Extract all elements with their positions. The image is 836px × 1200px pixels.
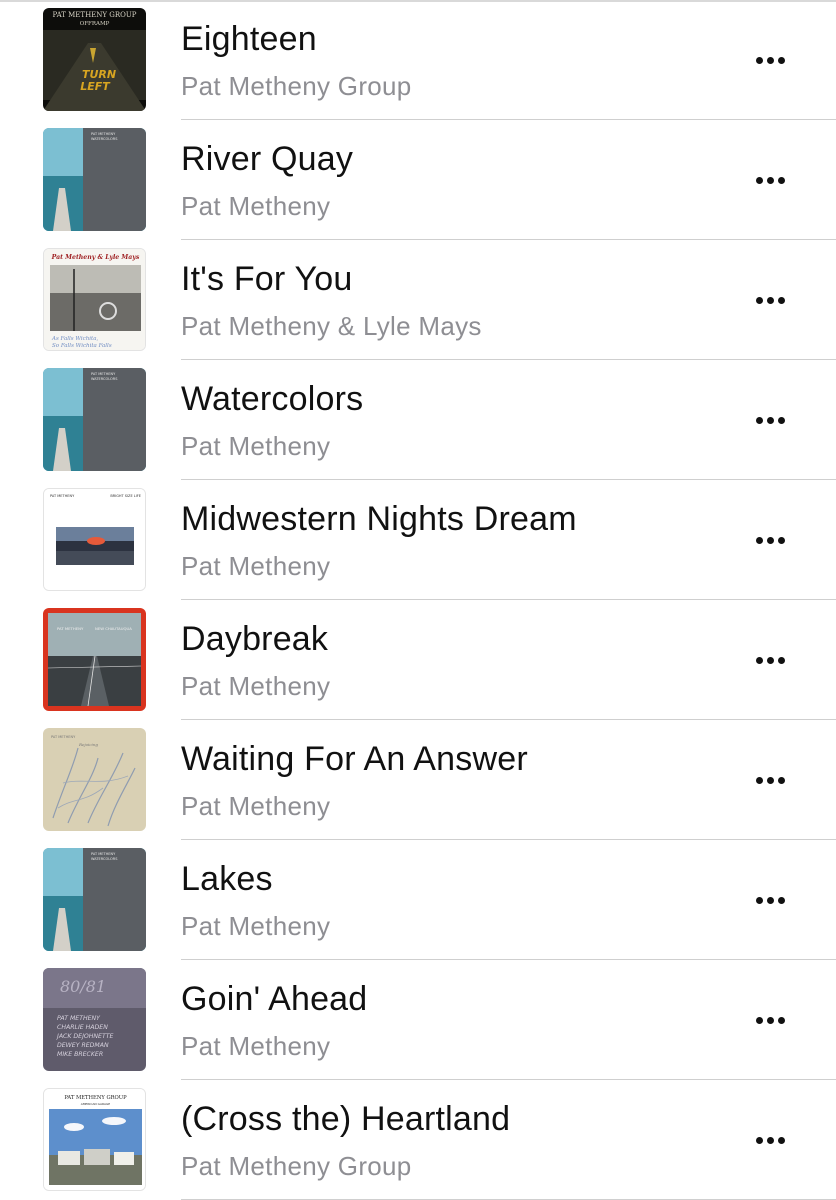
ellipsis-icon[interactable] [740,280,800,320]
art-text-2: WATERCOLORS [91,377,118,381]
song-row[interactable]: PAT METHENY GROUP OFFRAMP TURN LEFT Eigh… [0,0,836,120]
art-text-1: 80/81 [60,977,106,996]
art-text-2: NEW CHAUTAUQUA [95,626,132,631]
ellipsis-icon[interactable] [740,640,800,680]
art-text-1: PAT METHENY [91,372,116,376]
art-text-1: PAT METHENY [57,626,84,631]
song-title: Daybreak [181,620,329,658]
song-title: Goin' Ahead [181,980,368,1018]
art-text-1: PAT METHENY [50,494,75,498]
song-artist: Pat Metheny [181,191,331,221]
song-artist: Pat Metheny Group [181,71,412,101]
american-garage-album-art: PAT METHENY GROUP AMERICAN GARAGE [43,1088,146,1191]
ellipsis-icon[interactable] [740,160,800,200]
song-row[interactable]: PAT METHENY NEW CHAUTAUQUA Daybreak Pat … [0,600,836,720]
song-artist: Pat Metheny & Lyle Mays [181,311,482,341]
song-row[interactable]: PAT METHENY BRIGHT SIZE LIFE Midwestern … [0,480,836,600]
song-artist: Pat Metheny [181,431,331,461]
art-text-5: DEWEY REDMAN [57,1042,109,1049]
bright-size-life-album-art: PAT METHENY BRIGHT SIZE LIFE [43,488,146,591]
song-title: Waiting For An Answer [181,740,528,778]
song-title: Watercolors [181,380,364,418]
offramp-album-art: PAT METHENY GROUP OFFRAMP TURN LEFT [43,8,146,111]
song-artist: Pat Metheny [181,551,331,581]
art-text-2: WATERCOLORS [91,137,118,141]
song-row[interactable]: PAT METHENY WATERCOLORS Lakes Pat Methen… [0,840,836,960]
song-title: It's For You [181,260,353,298]
art-text-1: Pat Metheny & Lyle Mays [51,254,140,261]
art-text-3: CHARLIE HADEN [57,1024,108,1031]
new-chautauqua-album-art: PAT METHENY NEW CHAUTAUQUA [43,608,146,711]
song-row[interactable]: PAT METHENY WATERCOLORS River Quay Pat M… [0,120,836,240]
ellipsis-icon[interactable] [740,520,800,560]
art-text-2: PAT METHENY [57,1015,101,1022]
ellipsis-icon[interactable] [740,880,800,920]
watercolors-album-art: PAT METHENY WATERCOLORS [43,128,146,231]
as-falls-wichita-album-art: Pat Metheny & Lyle Mays As Falls Wichita… [43,248,146,351]
ellipsis-icon[interactable] [740,1000,800,1040]
art-text-2: WATERCOLORS [91,857,118,861]
ellipsis-icon[interactable] [740,760,800,800]
ellipsis-icon[interactable] [740,40,800,80]
song-row[interactable]: PAT METHENY Rejoicing Waiting For An Ans… [0,720,836,840]
song-artist: Pat Metheny [181,791,331,821]
art-text-2: AMERICAN GARAGE [81,1102,111,1106]
song-artist: Pat Metheny [181,671,331,701]
song-title: Midwestern Nights Dream [181,500,577,538]
song-artist: Pat Metheny [181,911,331,941]
song-title: Eighteen [181,20,317,58]
art-text-4: JACK DEJOHNETTE [55,1033,114,1040]
art-text-1: PAT METHENY GROUP [64,1095,127,1101]
art-text-4: LEFT [80,80,111,93]
watercolors-album-art: PAT METHENY WATERCOLORS [43,368,146,471]
art-text-1: PAT METHENY GROUP [53,11,137,19]
ellipsis-icon[interactable] [740,400,800,440]
song-artist: Pat Metheny [181,1031,331,1061]
80-81-album-art: 80/81 PAT METHENY CHARLIE HADEN JACK DEJ… [43,968,146,1071]
song-list: PAT METHENY GROUP OFFRAMP TURN LEFT Eigh… [0,0,836,1200]
ellipsis-icon[interactable] [740,1120,800,1160]
song-title: Lakes [181,860,273,898]
rejoicing-album-art: PAT METHENY Rejoicing [43,728,146,831]
art-text-6: MIKE BRECKER [57,1051,103,1058]
art-text-2: As Falls Wichita, [51,336,99,342]
art-text-2: Rejoicing [78,742,98,747]
song-row[interactable]: PAT METHENY WATERCOLORS Watercolors Pat … [0,360,836,480]
song-row[interactable]: 80/81 PAT METHENY CHARLIE HADEN JACK DEJ… [0,960,836,1080]
art-text-1: PAT METHENY [51,735,76,739]
song-row[interactable]: PAT METHENY GROUP AMERICAN GARAGE (Cross… [0,1080,836,1200]
art-text-2: BRIGHT SIZE LIFE [110,494,141,498]
watercolors-album-art: PAT METHENY WATERCOLORS [43,848,146,951]
art-text-1: PAT METHENY [91,132,116,136]
art-text-2: OFFRAMP [80,21,110,27]
song-title: River Quay [181,140,354,178]
art-text-1: PAT METHENY [91,852,116,856]
song-artist: Pat Metheny Group [181,1151,412,1181]
song-row[interactable]: Pat Metheny & Lyle Mays As Falls Wichita… [0,240,836,360]
art-text-3: So Falls Wichita Falls [52,343,112,349]
song-title: (Cross the) Heartland [181,1100,511,1138]
